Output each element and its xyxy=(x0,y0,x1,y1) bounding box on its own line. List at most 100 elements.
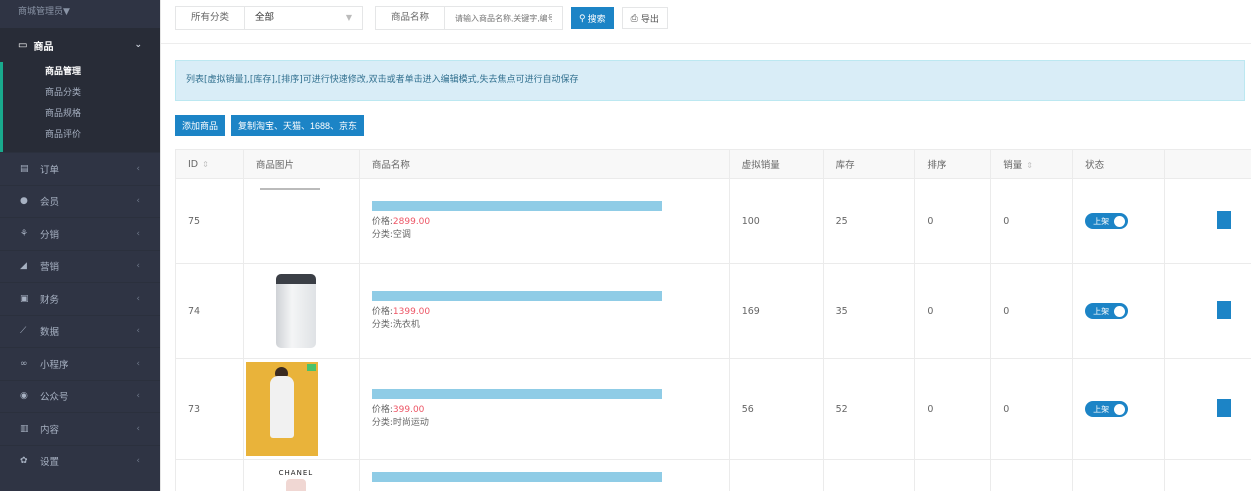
copy-goods-button[interactable]: 复制淘宝、天猫、1688、京东 xyxy=(231,115,365,136)
table-row: 73 价格:399.00 分类:时尚运动 56 52 0 0 上架 xyxy=(175,358,1251,460)
cell-image: CHANEL xyxy=(242,459,360,491)
sort-icon: ⇕ xyxy=(1026,161,1033,170)
sidebar-item-distribution[interactable]: ⚘ 分销 ‹ xyxy=(0,217,160,250)
product-price: 1399.00 xyxy=(392,306,431,317)
edit-button[interactable] xyxy=(1217,398,1232,417)
column-header-id[interactable]: ID ⇕ xyxy=(175,149,244,179)
search-button[interactable]: ⚲ 搜索 xyxy=(571,7,614,29)
sidebar: 商城管理员▼ ▭ 商品 ⌄ 商品管理 商品分类 商品规格 商品评价 ▤ 订单 ‹… xyxy=(0,0,160,491)
cell-image xyxy=(242,263,360,359)
sidebar-item-label: 设置 xyxy=(40,457,60,469)
edit-button[interactable] xyxy=(1217,300,1232,319)
cell-sort[interactable]: 0 xyxy=(914,358,992,460)
cell-virtual-sales[interactable]: 100 xyxy=(728,178,824,264)
sitemap-icon: ⚘ xyxy=(20,228,29,239)
column-header-image: 商品图片 xyxy=(242,149,360,179)
sidebar-item-miniprogram[interactable]: ∞ 小程序 ‹ xyxy=(0,347,160,380)
product-name-redacted xyxy=(371,200,662,211)
box-icon: ▭ xyxy=(18,39,28,51)
export-button-label: 导出 xyxy=(640,13,659,24)
sidebar-item-label: 小程序 xyxy=(40,359,69,371)
product-image: CHANEL xyxy=(246,465,346,491)
search-input[interactable] xyxy=(445,6,564,30)
export-icon: ⎙ xyxy=(630,12,638,23)
info-alert: 列表[虚拟销量],[库存],[排序]可进行快速修改,双击或者单击进入编辑模式,失… xyxy=(175,60,1245,101)
action-buttons: 添加商品 复制淘宝、天猫、1688、京东 xyxy=(175,115,365,136)
cell-id: 73 xyxy=(175,358,244,460)
goods-table: ID ⇕ 商品图片 商品名称 虚拟销量 库存 排序 销量 ⇕ 状态 75 价格:… xyxy=(175,149,1251,491)
price-prefix: 价格: xyxy=(371,306,393,317)
sidebar-item-marketing[interactable]: ◢ 营销 ‹ xyxy=(0,249,160,283)
weixin-mini-icon: ∞ xyxy=(20,358,28,369)
sidebar-item-label: 商品 xyxy=(33,41,54,53)
cell-actions xyxy=(1164,178,1251,264)
product-price: 2899.00 xyxy=(392,216,431,227)
cell-name: 价格:2899.00 分类:空调 xyxy=(358,178,730,264)
cell-stock[interactable]: 25 xyxy=(822,178,916,264)
sidebar-subitem-goods-manage[interactable]: 商品管理 xyxy=(3,62,160,83)
sort-icon: ⇕ xyxy=(202,159,209,169)
column-header-sales[interactable]: 销量 ⇕ xyxy=(990,149,1074,179)
sidebar-item-label: 分销 xyxy=(40,229,60,241)
sidebar-item-label: 订单 xyxy=(40,164,60,176)
category-select[interactable]: 全部 ▼ xyxy=(245,6,364,30)
product-name-redacted xyxy=(371,290,662,301)
cell-virtual-sales[interactable]: 56 xyxy=(728,358,824,460)
cell-id: 75 xyxy=(175,178,244,264)
column-header-sort: 排序 xyxy=(914,149,992,179)
sidebar-item-label: 财务 xyxy=(40,294,60,306)
chevron-left-icon: ‹ xyxy=(136,228,140,239)
sidebar-item-member[interactable]: ● 会员 ‹ xyxy=(0,184,160,218)
cell-virtual-sales[interactable]: 169 xyxy=(728,263,824,359)
cell-name xyxy=(358,459,730,491)
edit-button[interactable] xyxy=(1217,210,1232,229)
chevron-left-icon: ‹ xyxy=(136,358,140,369)
product-category: 时尚运动 xyxy=(392,417,429,428)
search-button-label: 搜索 xyxy=(587,13,606,24)
sidebar-subitem-goods-spec[interactable]: 商品规格 xyxy=(3,104,160,125)
cell-stock[interactable]: 35 xyxy=(822,263,916,359)
sidebar-item-content[interactable]: ▥ 内容 ‹ xyxy=(0,412,160,445)
cell-sort[interactable]: 0 xyxy=(914,178,992,264)
cell-status: 上架 xyxy=(1072,358,1166,460)
cell-image xyxy=(242,178,360,264)
cell-status: 上架 xyxy=(1072,263,1166,359)
add-goods-button[interactable]: 添加商品 xyxy=(175,115,226,136)
sidebar-item-order[interactable]: ▤ 订单 ‹ xyxy=(0,152,160,185)
export-button[interactable]: ⎙ 导出 xyxy=(621,7,668,29)
sidebar-subitem-goods-category[interactable]: 商品分类 xyxy=(3,83,160,104)
product-price: 399.00 xyxy=(392,404,425,415)
admin-dropdown[interactable]: 商城管理员▼ xyxy=(0,0,160,28)
name-filter-label: 商品名称 xyxy=(375,6,446,30)
product-image xyxy=(246,267,346,355)
cell-stock[interactable]: 52 xyxy=(822,358,916,460)
list-icon: ▤ xyxy=(20,163,29,174)
paper-plane-icon: ◢ xyxy=(20,261,27,272)
sidebar-item-label: 营销 xyxy=(40,262,60,274)
sidebar-subitem-goods-review[interactable]: 商品评价 xyxy=(3,125,160,146)
status-toggle[interactable]: 上架 xyxy=(1085,401,1129,417)
sidebar-item-label: 会员 xyxy=(40,197,60,209)
price-prefix: 价格: xyxy=(371,404,393,415)
cell-actions xyxy=(1164,263,1251,359)
table-row: 75 价格:2899.00 分类:空调 100 25 0 0 上架 xyxy=(175,178,1251,264)
category-prefix: 分类: xyxy=(371,319,393,330)
cell-name: 价格:1399.00 分类:洗衣机 xyxy=(358,263,730,359)
cell-sort[interactable]: 0 xyxy=(914,263,992,359)
table-row: 74 价格:1399.00 分类:洗衣机 169 35 0 0 上架 xyxy=(175,263,1251,359)
sidebar-item-settings[interactable]: ✿ 设置 ‹ xyxy=(0,444,160,478)
status-toggle[interactable]: 上架 xyxy=(1085,213,1129,229)
sidebar-item-finance[interactable]: ▣ 财务 ‹ xyxy=(0,282,160,315)
chevron-left-icon: ‹ xyxy=(136,293,140,304)
sidebar-item-official-account[interactable]: ◉ 公众号 ‹ xyxy=(0,379,160,413)
status-toggle[interactable]: 上架 xyxy=(1085,303,1129,319)
cell-image xyxy=(242,358,360,460)
chevron-left-icon: ‹ xyxy=(136,163,140,174)
sidebar-item-goods[interactable]: ▭ 商品 ⌄ xyxy=(0,28,160,62)
chevron-down-icon: ▼ xyxy=(345,13,353,22)
chevron-left-icon: ‹ xyxy=(136,423,140,434)
sidebar-item-data[interactable]: ⟋ 数据 ‹ xyxy=(0,314,160,348)
sidebar-item-label: 公众号 xyxy=(40,392,69,404)
column-header-status: 状态 xyxy=(1072,149,1166,179)
category-select-value: 全部 xyxy=(255,12,275,23)
